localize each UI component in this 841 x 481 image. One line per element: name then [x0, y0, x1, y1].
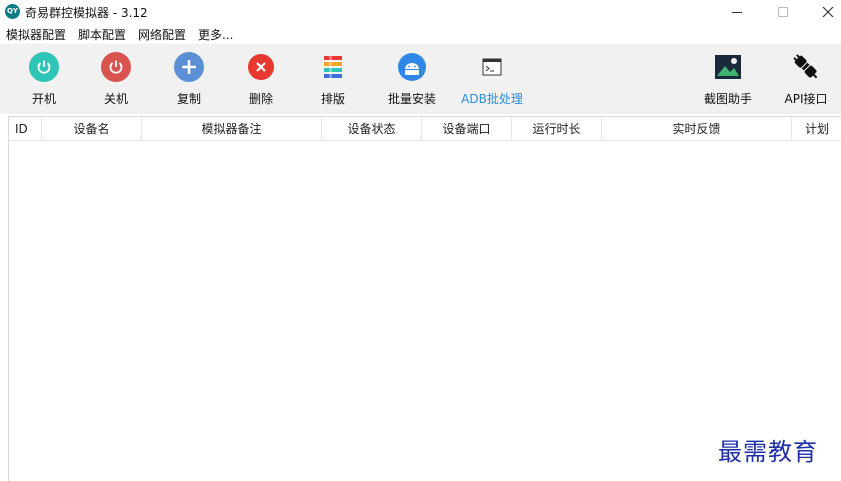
menu-more[interactable]: 更多... [198, 26, 233, 43]
screenshot-helper-button[interactable]: 截图助手 [693, 52, 763, 107]
maximize-icon [778, 7, 788, 17]
maximize-button[interactable] [760, 0, 806, 24]
menu-bar: 模拟器配置 脚本配置 网络配置 更多... [0, 24, 841, 44]
close-button[interactable] [805, 0, 841, 24]
device-table[interactable]: ID 设备名 模拟器备注 设备状态 设备端口 运行时长 实时反馈 计划 [8, 116, 841, 481]
power-off-label: 关机 [103, 92, 128, 106]
close-icon [822, 6, 834, 18]
watermark-text: 最需教育 [718, 438, 818, 466]
title-bar: QY 奇易群控模拟器 - 3.12 [0, 0, 841, 24]
menu-script-config[interactable]: 脚本配置 [78, 26, 126, 43]
copy-button[interactable]: 复制 [154, 52, 224, 107]
column-header-run-time[interactable]: 运行时长 [512, 117, 602, 141]
copy-label: 复制 [176, 92, 201, 106]
batch-install-button[interactable]: 批量安装 [377, 52, 447, 107]
app-logo-icon: QY [5, 4, 20, 19]
window-title: 奇易群控模拟器 - 3.12 [25, 6, 148, 20]
plug-icon [793, 54, 818, 79]
minimize-button[interactable] [714, 0, 760, 24]
column-header-live-feedback[interactable]: 实时反馈 [602, 117, 792, 141]
menu-emulator-config[interactable]: 模拟器配置 [6, 26, 66, 43]
arrange-icon [324, 56, 342, 78]
power-off-button[interactable]: 关机 [81, 52, 151, 107]
delete-label: 删除 [248, 92, 273, 106]
column-header-id[interactable]: ID [9, 117, 42, 141]
api-label: API接口 [784, 92, 828, 106]
minimize-icon [732, 11, 742, 13]
arrange-button[interactable]: 排版 [298, 52, 368, 107]
column-header-device-name[interactable]: 设备名 [42, 117, 142, 141]
menu-network-config[interactable]: 网络配置 [138, 26, 186, 43]
image-icon [715, 55, 741, 79]
table-header: ID 设备名 模拟器备注 设备状态 设备端口 运行时长 实时反馈 计划 [9, 117, 841, 141]
column-header-emulator-note[interactable]: 模拟器备注 [142, 117, 322, 141]
toolbar: 开机 关机 复制 删除 排版 批量安装 ADB批处理 截图助手 API接口 [0, 44, 841, 114]
column-header-plan[interactable]: 计划 [792, 117, 841, 141]
power-on-label: 开机 [31, 92, 56, 106]
arrange-label: 排版 [320, 92, 345, 106]
adb-batch-label: ADB批处理 [461, 92, 523, 106]
adb-batch-button[interactable]: ADB批处理 [457, 52, 527, 107]
delete-icon [248, 54, 274, 80]
terminal-icon [482, 58, 502, 76]
api-button[interactable]: API接口 [771, 52, 841, 107]
power-on-icon [29, 52, 59, 82]
column-header-device-port[interactable]: 设备端口 [422, 117, 512, 141]
power-on-button[interactable]: 开机 [9, 52, 79, 107]
android-install-icon [398, 53, 426, 81]
screenshot-helper-label: 截图助手 [703, 92, 752, 106]
batch-install-label: 批量安装 [387, 92, 436, 106]
power-off-icon [101, 52, 131, 82]
delete-button[interactable]: 删除 [226, 52, 296, 107]
plus-icon [174, 52, 204, 82]
column-header-device-status[interactable]: 设备状态 [322, 117, 422, 141]
